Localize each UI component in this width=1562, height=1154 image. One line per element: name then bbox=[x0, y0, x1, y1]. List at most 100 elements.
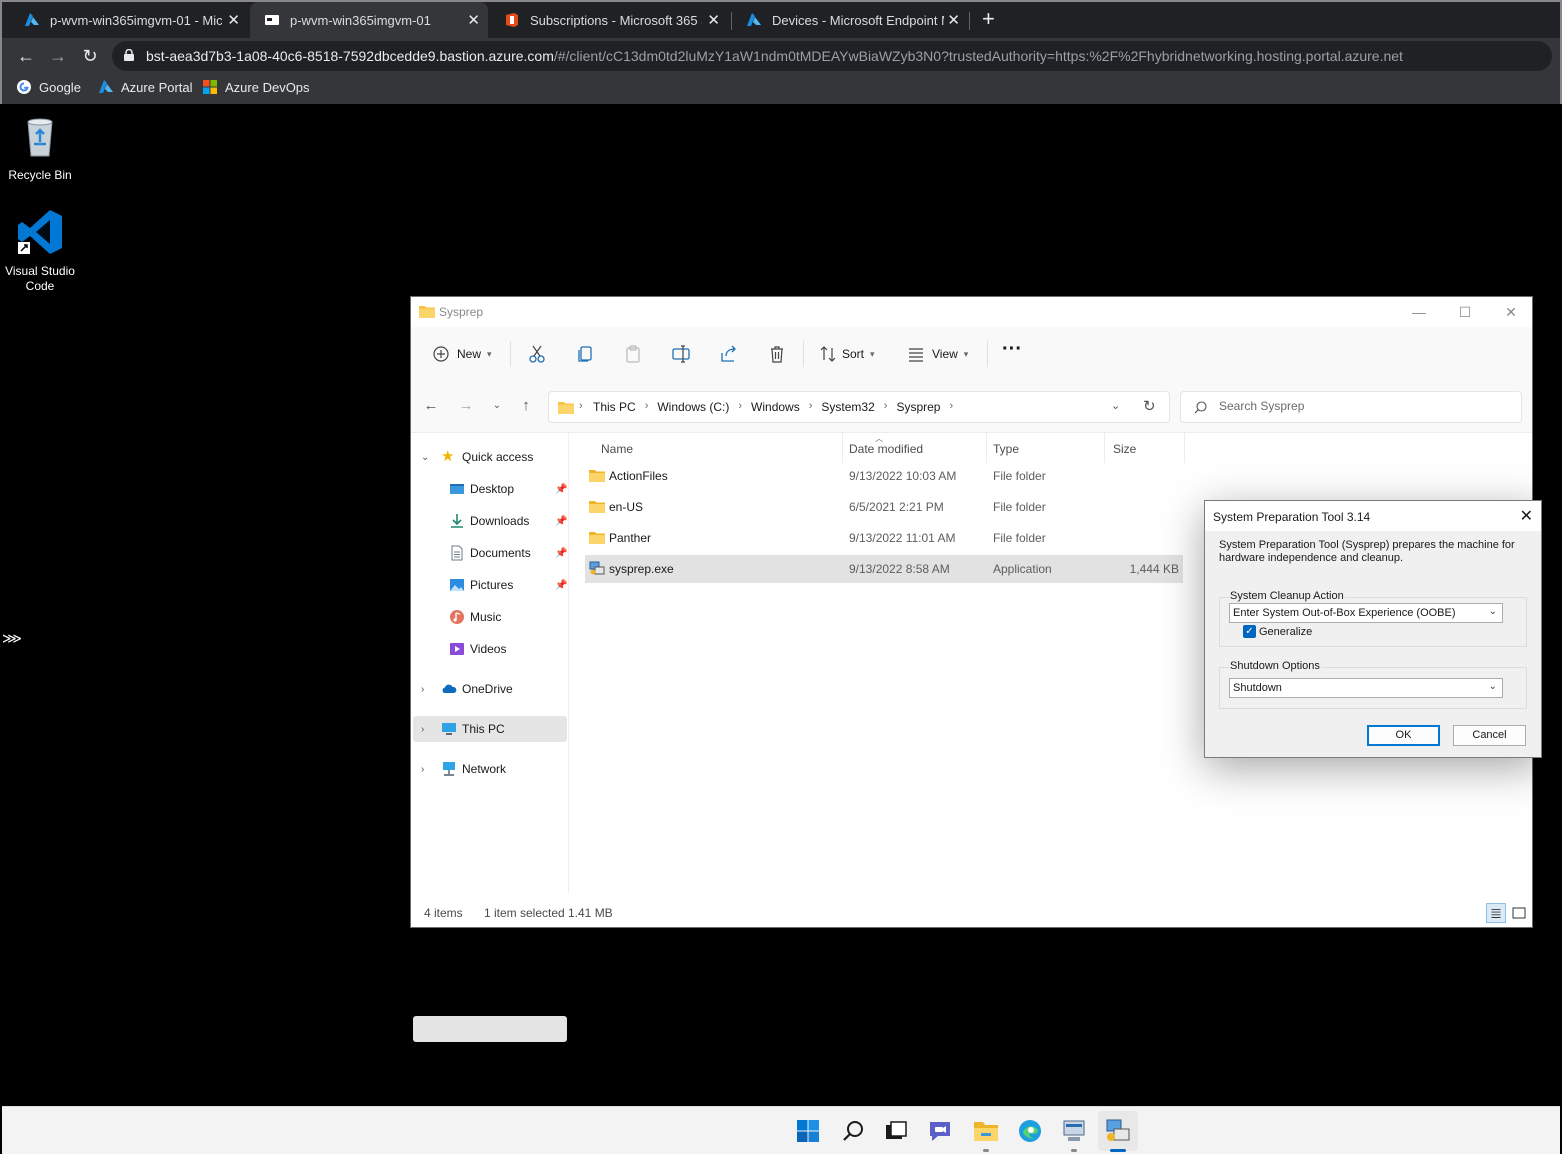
browser-tab-2[interactable]: p-wvm-win365imgvm-01 ✕ bbox=[250, 2, 488, 38]
forward-icon[interactable]: → bbox=[46, 44, 70, 68]
separator bbox=[510, 341, 511, 367]
breadcrumb-item[interactable]: System32 bbox=[821, 400, 874, 414]
details-view-icon[interactable] bbox=[1486, 903, 1506, 923]
up-icon[interactable]: ↑ bbox=[516, 397, 536, 414]
cut-icon[interactable] bbox=[527, 344, 547, 364]
back-icon[interactable]: ← bbox=[14, 44, 38, 68]
minimize-icon[interactable]: — bbox=[1396, 301, 1442, 323]
breadcrumb-item[interactable]: Windows (C:) bbox=[657, 400, 729, 414]
nav-network[interactable]: › Network bbox=[413, 756, 567, 782]
address-bar[interactable]: bst-aea3d7b3-1a08-40c6-8518-7592dbcedde9… bbox=[112, 41, 1552, 71]
search-input[interactable] bbox=[1219, 399, 1499, 413]
desktop-icon bbox=[450, 484, 464, 494]
sysprep-app-icon[interactable] bbox=[1104, 1117, 1132, 1145]
server-manager-icon[interactable] bbox=[1060, 1117, 1088, 1145]
large-icons-view-icon[interactable] bbox=[1509, 903, 1529, 923]
breadcrumb-item[interactable]: Sysprep bbox=[896, 400, 940, 414]
column-header-type[interactable]: Type bbox=[987, 433, 1105, 463]
view-button[interactable]: View ▾ bbox=[906, 342, 968, 366]
table-row[interactable]: ActionFiles 9/13/2022 10:03 AM File fold… bbox=[585, 462, 1183, 490]
maximize-icon[interactable]: ☐ bbox=[1442, 301, 1488, 323]
search-box[interactable] bbox=[1180, 391, 1522, 423]
file-type: Application bbox=[993, 562, 1052, 576]
nav-quick-access[interactable]: ⌄ ★ Quick access bbox=[413, 444, 567, 470]
pin-icon[interactable]: 📌 bbox=[555, 484, 567, 495]
nav-onedrive[interactable]: › OneDrive bbox=[413, 676, 567, 702]
chevron-right-icon[interactable]: › bbox=[421, 684, 424, 695]
more-options-icon[interactable]: ··· bbox=[1002, 337, 1022, 361]
start-icon[interactable] bbox=[794, 1117, 822, 1145]
refresh-icon[interactable]: ↻ bbox=[1143, 397, 1156, 415]
table-row[interactable]: en-US 6/5/2021 2:21 PM File folder bbox=[585, 493, 1183, 521]
pin-icon[interactable]: 📌 bbox=[555, 580, 567, 591]
desktop-icon-recycle-bin[interactable]: Recycle Bin bbox=[0, 112, 80, 183]
cleanup-action-select[interactable]: Enter System Out-of-Box Experience (OOBE… bbox=[1229, 603, 1503, 623]
bookmark-azure-portal[interactable]: Azure Portal bbox=[98, 79, 193, 95]
search-icon[interactable] bbox=[840, 1117, 868, 1145]
cancel-button[interactable]: Cancel bbox=[1453, 725, 1526, 746]
nav-this-pc[interactable]: › This PC bbox=[413, 716, 567, 742]
nav-pictures[interactable]: Pictures 📌 bbox=[413, 572, 567, 598]
desktop-icon-vscode[interactable]: Visual Studio Code bbox=[0, 208, 80, 294]
separator bbox=[987, 341, 988, 367]
browser-tab-1[interactable]: p-wvm-win365imgvm-01 - Micro ✕ bbox=[10, 2, 248, 38]
breadcrumb-bar[interactable]: › This PC › Windows (C:) › Windows › System… bbox=[548, 391, 1170, 423]
close-window-icon[interactable]: ✕ bbox=[1488, 301, 1534, 323]
bookmark-azure-devops[interactable]: Azure DevOps bbox=[202, 79, 310, 95]
ok-button[interactable]: OK bbox=[1367, 725, 1440, 746]
sort-icon bbox=[820, 346, 836, 362]
new-tab-icon[interactable]: + bbox=[982, 6, 995, 32]
breadcrumb-item[interactable]: Windows bbox=[751, 400, 800, 414]
chat-icon[interactable] bbox=[926, 1117, 954, 1145]
sort-button[interactable]: Sort ▾ bbox=[818, 342, 875, 366]
download-icon bbox=[451, 514, 463, 528]
close-tab-icon[interactable]: ✕ bbox=[707, 11, 720, 29]
nav-documents[interactable]: Documents 📌 bbox=[413, 540, 567, 566]
nav-label: Music bbox=[470, 610, 502, 624]
table-row[interactable]: Panther 9/13/2022 11:01 AM File folder bbox=[585, 524, 1183, 552]
new-button[interactable]: New ▾ bbox=[431, 342, 492, 366]
bastion-panel-expand-icon[interactable]: ⋙ bbox=[2, 630, 22, 647]
copy-icon[interactable] bbox=[575, 344, 595, 364]
table-row-selected[interactable]: sysprep.exe 9/13/2022 8:58 AM Applicatio… bbox=[585, 555, 1183, 583]
browser-tab-4[interactable]: Devices - Microsoft Endpoint Ma ✕ bbox=[732, 2, 968, 38]
task-view-icon[interactable] bbox=[882, 1117, 910, 1145]
pin-icon[interactable]: 📌 bbox=[555, 516, 567, 527]
nav-desktop[interactable]: Desktop 📌 bbox=[413, 476, 567, 502]
generalize-checkbox[interactable]: ✓ Generalize bbox=[1243, 625, 1312, 638]
pin-icon[interactable]: 📌 bbox=[555, 548, 567, 559]
bookmark-google[interactable]: Google bbox=[16, 79, 81, 95]
close-icon[interactable]: ✕ bbox=[1520, 506, 1533, 526]
browser-tab-3[interactable]: Subscriptions - Microsoft 365 ad ✕ bbox=[490, 2, 728, 38]
forward-icon[interactable]: → bbox=[456, 397, 476, 414]
close-tab-icon[interactable]: ✕ bbox=[227, 11, 240, 29]
close-tab-icon[interactable]: ✕ bbox=[467, 11, 480, 29]
chevron-right-icon[interactable]: › bbox=[421, 764, 424, 775]
file-explorer-icon[interactable] bbox=[972, 1117, 1000, 1145]
videos-icon bbox=[450, 643, 464, 655]
back-icon[interactable]: ← bbox=[421, 397, 441, 414]
edge-icon[interactable] bbox=[1016, 1117, 1044, 1145]
new-label: New bbox=[457, 347, 482, 361]
plus-circle-icon bbox=[433, 346, 449, 362]
window-title: Sysprep bbox=[439, 305, 484, 319]
close-tab-icon[interactable]: ✕ bbox=[947, 11, 960, 29]
rename-icon[interactable] bbox=[671, 344, 691, 364]
reload-icon[interactable]: ↻ bbox=[78, 44, 102, 68]
nav-downloads[interactable]: Downloads 📌 bbox=[413, 508, 567, 534]
chevron-right-icon[interactable]: › bbox=[421, 724, 424, 735]
nav-music[interactable]: Music bbox=[413, 604, 567, 630]
paste-icon[interactable] bbox=[623, 344, 643, 364]
column-header-name[interactable]: Name bbox=[585, 433, 843, 463]
column-header-size[interactable]: Size bbox=[1105, 433, 1185, 463]
chevron-down-icon[interactable]: ⌄ bbox=[1111, 399, 1120, 412]
recent-locations-icon[interactable]: ⌄ bbox=[487, 400, 507, 411]
chevron-down-icon[interactable]: ⌄ bbox=[421, 452, 429, 463]
column-header-date[interactable]: Date modified bbox=[843, 433, 987, 463]
nav-videos[interactable]: Videos bbox=[413, 636, 567, 662]
delete-icon[interactable] bbox=[767, 344, 787, 364]
folder-icon bbox=[589, 470, 605, 482]
share-icon[interactable] bbox=[719, 344, 739, 364]
breadcrumb-item[interactable]: This PC bbox=[593, 400, 636, 414]
shutdown-options-select[interactable]: Shutdown ⌄ bbox=[1229, 678, 1503, 698]
